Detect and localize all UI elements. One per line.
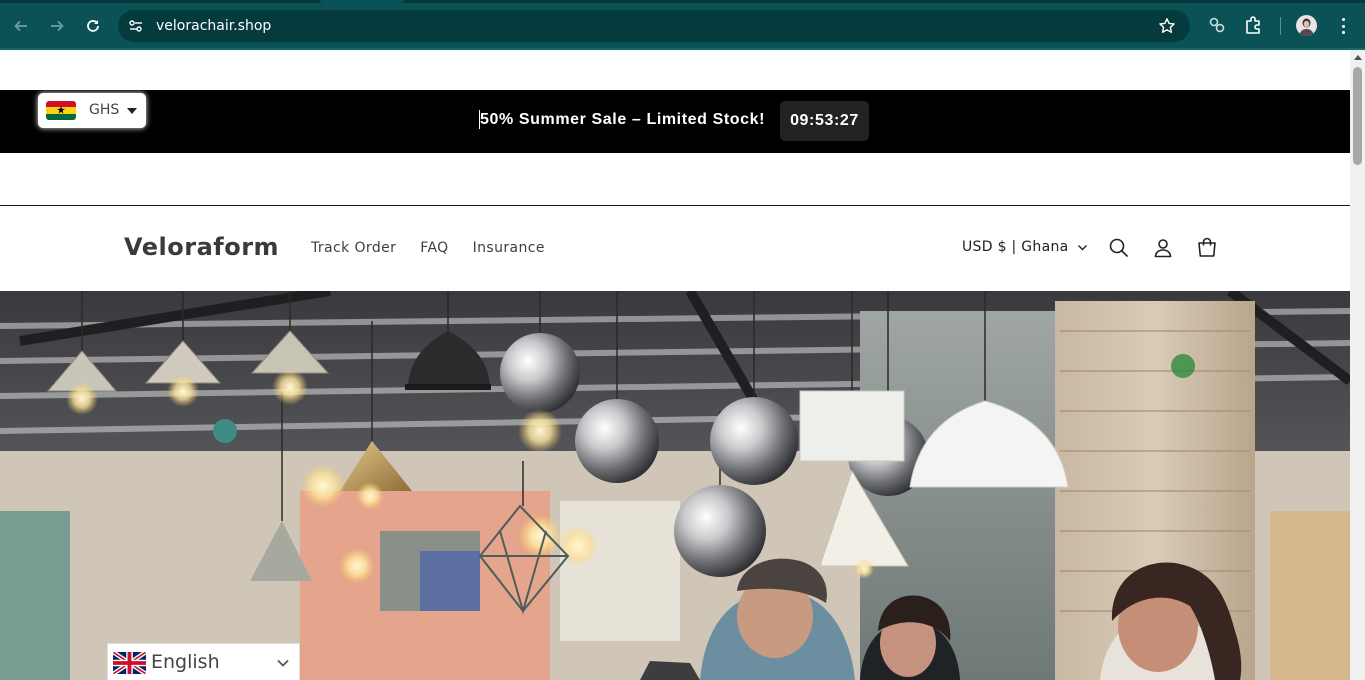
arrow-left-icon bbox=[14, 20, 27, 32]
account-icon[interactable] bbox=[1151, 236, 1175, 260]
ghana-flag-icon bbox=[46, 101, 76, 120]
uk-flag-icon bbox=[113, 651, 146, 675]
arrow-right-icon bbox=[51, 20, 64, 32]
back-button[interactable] bbox=[9, 14, 33, 38]
countdown-timer: 09:53:27 bbox=[780, 101, 869, 141]
scrollbar-thumb[interactable] bbox=[1353, 67, 1362, 165]
chevron-down-icon bbox=[1077, 244, 1087, 250]
main-nav: Track Order FAQ Insurance bbox=[311, 240, 569, 256]
site-logo[interactable]: Veloraform bbox=[124, 233, 279, 261]
scroll-up-icon[interactable] bbox=[1354, 55, 1362, 60]
search-icon[interactable] bbox=[1107, 236, 1131, 260]
tune-icon[interactable] bbox=[128, 18, 144, 34]
page-scrollbar[interactable] bbox=[1350, 50, 1365, 680]
currency-switcher[interactable]: GHS bbox=[38, 93, 146, 128]
reload-button[interactable] bbox=[81, 14, 105, 38]
profile-avatar[interactable] bbox=[1296, 15, 1317, 36]
nav-insurance[interactable]: Insurance bbox=[473, 240, 545, 256]
locale-label: USD $ | Ghana bbox=[962, 239, 1069, 255]
toolbar-separator bbox=[1280, 17, 1281, 35]
chevron-down-icon bbox=[277, 659, 289, 667]
link-extension-icon[interactable] bbox=[1207, 15, 1227, 35]
web-page: 50% Summer Sale – Limited Stock! 09:53:2… bbox=[0, 50, 1350, 680]
star-icon[interactable] bbox=[1158, 17, 1176, 35]
reload-icon bbox=[87, 20, 99, 32]
forward-button[interactable] bbox=[45, 14, 69, 38]
language-label: English bbox=[151, 651, 220, 673]
puzzle-extension-icon[interactable] bbox=[1244, 15, 1264, 35]
address-bar[interactable]: velorachair.shop bbox=[118, 10, 1190, 42]
hero-banner bbox=[0, 291, 1350, 680]
nav-track-order[interactable]: Track Order bbox=[311, 240, 396, 256]
cart-icon[interactable] bbox=[1195, 236, 1219, 260]
site-header: Veloraform Track Order FAQ Insurance USD… bbox=[0, 206, 1350, 291]
nav-faq[interactable]: FAQ bbox=[420, 240, 448, 256]
url-text[interactable]: velorachair.shop bbox=[156, 18, 271, 34]
kebab-menu-icon[interactable] bbox=[1333, 16, 1353, 36]
tab-strip bbox=[0, 0, 1365, 3]
locale-selector[interactable]: USD $ | Ghana bbox=[962, 239, 1088, 255]
browser-toolbar: velorachair.shop bbox=[0, 0, 1365, 50]
language-selector[interactable]: English bbox=[107, 643, 300, 680]
caret-down-icon bbox=[127, 108, 137, 114]
currency-code: GHS bbox=[89, 102, 120, 118]
sale-message: 50% Summer Sale – Limited Stock! bbox=[480, 111, 766, 128]
hero-image bbox=[0, 291, 1350, 680]
announcement-bar: 50% Summer Sale – Limited Stock! 09:53:2… bbox=[0, 90, 1350, 153]
